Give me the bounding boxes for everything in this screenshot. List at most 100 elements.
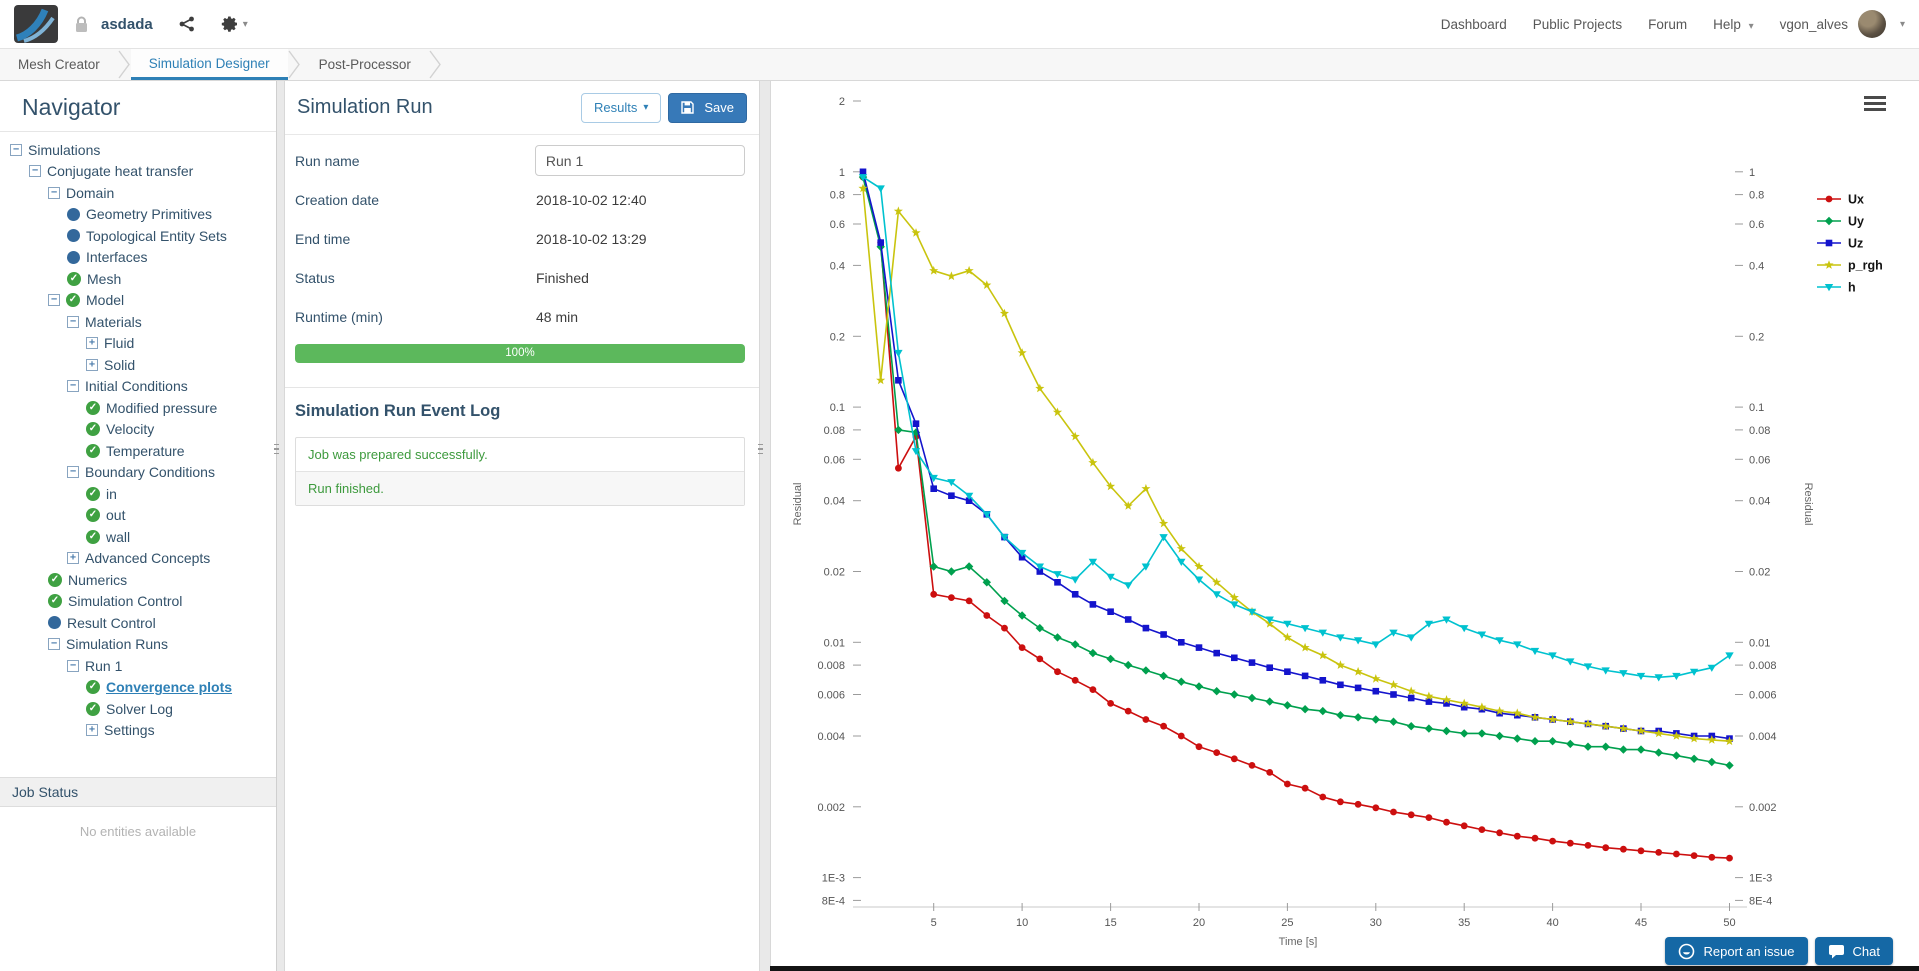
svg-text:50: 50: [1723, 917, 1735, 929]
tree-item-settings[interactable]: + Settings: [0, 720, 276, 742]
chat-icon: [1828, 944, 1844, 958]
tree-item-simulations[interactable]: − Simulations: [0, 139, 276, 161]
tree-item-solid[interactable]: + Solid: [0, 354, 276, 376]
avatar[interactable]: [1857, 10, 1886, 38]
settings-gear-icon[interactable]: [221, 15, 239, 33]
tree-item-velocity[interactable]: ✓ Velocity: [0, 419, 276, 441]
report-an-issue-button[interactable]: Report an issue: [1665, 937, 1808, 965]
tree-item-label: Interfaces: [86, 249, 148, 266]
tree-item-label: Simulation Runs: [66, 636, 168, 653]
tree-item-out[interactable]: ✓ out: [0, 505, 276, 527]
save-button[interactable]: Save: [668, 92, 747, 123]
tree-item-model[interactable]: − ✓ Model: [0, 290, 276, 312]
convergence-chart[interactable]: 5 10 15 20 25 30 35 40 45 50 Time [s] 2 1 0.8 0.6 0.4 0.…: [771, 81, 1919, 966]
tree-item-solver-log[interactable]: ✓ Solver Log: [0, 698, 276, 720]
svg-text:0.8: 0.8: [830, 190, 845, 202]
legend-item-p_rgh[interactable]: p_rgh: [1817, 259, 1883, 273]
tree-item-wall[interactable]: ✓ wall: [0, 526, 276, 548]
svg-text:30: 30: [1370, 917, 1382, 929]
svg-text:8E-4: 8E-4: [822, 895, 845, 907]
run-name-input[interactable]: [534, 145, 745, 176]
chat-button[interactable]: Chat: [1814, 937, 1893, 965]
status-dot-icon: [67, 250, 80, 264]
svg-text:1: 1: [839, 167, 845, 179]
tree-item-label: Topological Entity Sets: [86, 227, 227, 244]
tree-item-materials[interactable]: − Materials: [0, 311, 276, 333]
collapse-box-icon[interactable]: −: [67, 466, 79, 479]
tree-item-topological-entity-sets[interactable]: Topological Entity Sets: [0, 225, 276, 247]
job-status-header[interactable]: Job Status: [0, 777, 276, 807]
collapse-box-icon[interactable]: −: [29, 165, 41, 178]
nav-link-forum[interactable]: Forum: [1648, 17, 1687, 32]
tree-item-fluid[interactable]: + Fluid: [0, 333, 276, 355]
tree-item-result-control[interactable]: Result Control: [0, 612, 276, 634]
form-row-end-time: End time 2018-10-02 13:29: [295, 219, 745, 258]
tree-item-boundary-conditions[interactable]: − Boundary Conditions: [0, 462, 276, 484]
svg-text:0.06: 0.06: [824, 454, 845, 466]
tree-item-temperature[interactable]: ✓ Temperature: [0, 440, 276, 462]
legend-item-Uz[interactable]: Uz: [1817, 237, 1863, 251]
tree-item-conjugate-heat-transfer[interactable]: − Conjugate heat transfer: [0, 161, 276, 183]
check-icon: ✓: [67, 271, 81, 286]
panel-resize-handle[interactable]: [756, 436, 765, 462]
svg-text:35: 35: [1458, 917, 1470, 929]
tree-item-run-1[interactable]: − Run 1: [0, 655, 276, 677]
tree-item-label: Solver Log: [106, 700, 173, 717]
nav-link-dashboard[interactable]: Dashboard: [1441, 17, 1507, 32]
collapse-box-icon[interactable]: −: [48, 638, 60, 651]
tree-item-numerics[interactable]: ✓ Numerics: [0, 569, 276, 591]
legend-item-Ux[interactable]: Ux: [1817, 193, 1864, 207]
tab-simulation-designer[interactable]: Simulation Designer: [130, 49, 288, 80]
chart-line-h: [862, 176, 1730, 679]
results-button[interactable]: Results ▾: [580, 92, 662, 123]
share-icon[interactable]: [179, 16, 195, 32]
tree-item-geometry-primitives[interactable]: Geometry Primitives: [0, 204, 276, 226]
tab-post-processor[interactable]: Post-Processor: [301, 49, 429, 80]
tree-item-convergence-plots[interactable]: ✓ Convergence plots: [0, 677, 276, 699]
legend-item-Uy[interactable]: Uy: [1817, 215, 1864, 229]
button-label: Report an issue: [1703, 943, 1795, 959]
tree-item-advanced-concepts[interactable]: + Advanced Concepts: [0, 548, 276, 570]
tab-mesh-creator[interactable]: Mesh Creator: [0, 49, 118, 80]
expand-box-icon[interactable]: +: [86, 337, 98, 350]
tree-item-initial-conditions[interactable]: − Initial Conditions: [0, 376, 276, 398]
panel-resize-handle[interactable]: [272, 436, 281, 462]
settings-caret-icon[interactable]: ▾: [243, 19, 248, 30]
tree-item-mesh[interactable]: ✓ Mesh: [0, 268, 276, 290]
tree-item-simulation-control[interactable]: ✓ Simulation Control: [0, 591, 276, 613]
user-menu[interactable]: vgon_alves ▾: [1780, 10, 1905, 38]
project-name[interactable]: asdada: [101, 16, 153, 33]
collapse-box-icon[interactable]: −: [67, 659, 79, 672]
tree-item-label: Solid: [104, 356, 136, 373]
expand-box-icon[interactable]: +: [86, 358, 98, 371]
tree-item-label: Advanced Concepts: [85, 550, 211, 567]
app-logo-icon[interactable]: [14, 5, 58, 43]
collapse-box-icon[interactable]: −: [48, 186, 60, 199]
expand-box-icon[interactable]: +: [67, 552, 79, 565]
event-log-list: Job was prepared successfully. Run finish…: [295, 437, 745, 506]
field-label: Run name: [295, 152, 360, 169]
field-value: Finished: [536, 269, 589, 286]
collapse-box-icon[interactable]: −: [10, 143, 22, 156]
chart-menu-icon[interactable]: [1864, 96, 1886, 114]
legend-item-h[interactable]: h: [1817, 281, 1856, 295]
event-log-title: Simulation Run Event Log: [295, 402, 501, 420]
svg-text:Time [s]: Time [s]: [1279, 936, 1318, 948]
collapse-box-icon[interactable]: −: [67, 380, 79, 393]
field-value: 48 min: [536, 308, 579, 325]
collapse-box-icon[interactable]: −: [67, 315, 79, 328]
expand-box-icon[interactable]: +: [86, 724, 98, 737]
tree-item-interfaces[interactable]: Interfaces: [0, 247, 276, 269]
tree-item-in[interactable]: ✓ in: [0, 483, 276, 505]
collapse-box-icon[interactable]: −: [48, 294, 60, 307]
tree-item-modified-pressure[interactable]: ✓ Modified pressure: [0, 397, 276, 419]
svg-text:Uz: Uz: [1848, 237, 1863, 251]
field-value: 2018-10-02 13:29: [536, 230, 647, 247]
nav-link-public-projects[interactable]: Public Projects: [1533, 17, 1622, 32]
nav-link-help[interactable]: Help ▾: [1713, 17, 1754, 32]
tree-item-label: Temperature: [106, 442, 185, 459]
svg-text:0.01: 0.01: [824, 637, 845, 649]
svg-text:Residual: Residual: [792, 483, 804, 526]
tree-item-domain[interactable]: − Domain: [0, 182, 276, 204]
tree-item-simulation-runs[interactable]: − Simulation Runs: [0, 634, 276, 656]
